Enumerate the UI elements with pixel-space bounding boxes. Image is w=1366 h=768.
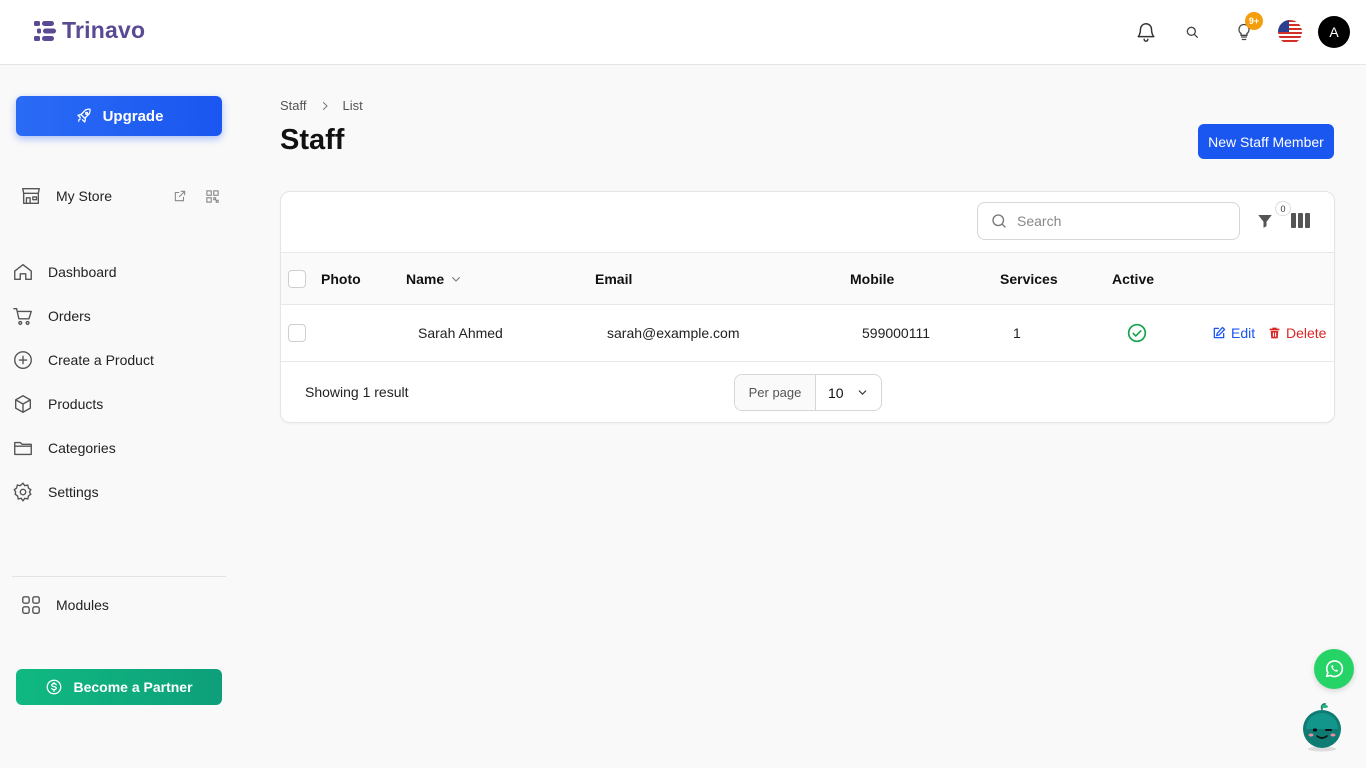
- home-icon: [12, 261, 34, 283]
- search-input[interactable]: [1017, 213, 1217, 229]
- folder-icon: [12, 437, 34, 459]
- rocket-icon: [75, 107, 93, 125]
- search-icon: [990, 212, 1008, 230]
- logo-icon: [32, 18, 58, 44]
- edit-icon: [1212, 326, 1226, 340]
- bell-icon[interactable]: [1134, 20, 1158, 44]
- page-title: Staff: [280, 124, 345, 156]
- column-header-email: Email: [595, 271, 633, 287]
- per-page-select[interactable]: Per page 10: [734, 374, 882, 411]
- upgrade-button[interactable]: Upgrade: [16, 96, 222, 136]
- my-store-row[interactable]: My Store: [20, 182, 220, 210]
- sidebar-item-label: Products: [48, 396, 104, 412]
- staff-table-card: 0 Photo Name Email Mobile Services Activ…: [280, 191, 1335, 423]
- edit-label: Edit: [1231, 325, 1256, 341]
- staff-mobile: 599000111: [862, 325, 930, 341]
- column-header-label: Name: [406, 271, 445, 287]
- per-page-label: Per page: [735, 375, 816, 410]
- cart-icon: [12, 305, 34, 327]
- whatsapp-icon: [1323, 658, 1345, 680]
- check-circle-icon: [1127, 323, 1147, 343]
- breadcrumb: Staff List: [280, 98, 363, 113]
- per-page-value[interactable]: 10: [816, 375, 881, 410]
- plus-circle-icon: [12, 349, 34, 371]
- partner-label: Become a Partner: [73, 679, 193, 695]
- sidebar-item-products[interactable]: Products: [12, 388, 226, 420]
- table-row[interactable]: Sarah Ahmed sarah@example.com 599000111 …: [281, 305, 1334, 362]
- assistant-mascot-icon[interactable]: [1302, 703, 1342, 753]
- store-icon: [20, 185, 42, 207]
- brand-logo[interactable]: Trinavo: [32, 17, 145, 44]
- top-bar: Trinavo 9+ A: [0, 0, 1366, 65]
- staff-services: 1: [1013, 325, 1021, 341]
- sidebar-item-label: Orders: [48, 308, 91, 324]
- sidebar-item-label: Categories: [48, 440, 116, 456]
- qr-code-icon[interactable]: [205, 189, 220, 204]
- trash-icon: [1268, 326, 1281, 340]
- staff-name: Sarah Ahmed: [418, 325, 503, 341]
- sidebar-item-orders[interactable]: Orders: [12, 300, 226, 332]
- column-header-services: Services: [1000, 271, 1058, 287]
- results-count: Showing 1 result: [305, 384, 409, 400]
- brand-name: Trinavo: [62, 17, 146, 43]
- sidebar-item-modules[interactable]: Modules: [20, 589, 234, 621]
- my-store-label: My Store: [56, 188, 113, 204]
- table-header: Photo Name Email Mobile Services Active: [281, 252, 1334, 305]
- dollar-circle-icon: [45, 678, 63, 696]
- sidebar-item-label: Settings: [48, 484, 99, 500]
- upgrade-label: Upgrade: [102, 107, 164, 125]
- sidebar-item-create-product[interactable]: Create a Product: [12, 344, 226, 376]
- external-link-icon[interactable]: [173, 189, 187, 204]
- edit-button[interactable]: Edit: [1212, 325, 1255, 341]
- staff-email: sarah@example.com: [607, 325, 740, 341]
- search-box: [977, 202, 1240, 240]
- column-header-name[interactable]: Name: [406, 271, 462, 287]
- sidebar-item-categories[interactable]: Categories: [12, 432, 226, 464]
- sidebar-divider: [12, 576, 226, 577]
- select-all-checkbox[interactable]: [288, 270, 306, 288]
- sidebar-item-settings[interactable]: Settings: [12, 476, 226, 508]
- sidebar-item-label: Create a Product: [48, 352, 154, 368]
- filter-icon[interactable]: [1256, 212, 1276, 232]
- columns-icon[interactable]: [1291, 212, 1311, 230]
- column-header-mobile: Mobile: [850, 271, 895, 287]
- column-header-active: Active: [1112, 271, 1155, 287]
- gear-icon: [12, 481, 34, 503]
- sidebar-item-dashboard[interactable]: Dashboard: [12, 256, 226, 288]
- avatar[interactable]: A: [1318, 16, 1350, 48]
- chevron-right-icon: [319, 100, 331, 112]
- per-page-selected: 10: [828, 384, 844, 401]
- notification-badge: 9+: [1245, 12, 1263, 30]
- sidebar-item-label: Modules: [56, 597, 109, 613]
- us-flag-icon[interactable]: [1278, 20, 1302, 44]
- new-staff-member-button[interactable]: New Staff Member: [1198, 124, 1334, 159]
- become-partner-button[interactable]: Become a Partner: [16, 669, 222, 705]
- search-icon[interactable]: [1180, 20, 1204, 44]
- delete-button[interactable]: Delete: [1268, 325, 1326, 341]
- whatsapp-button[interactable]: [1314, 649, 1354, 689]
- sidebar-item-label: Dashboard: [48, 264, 117, 280]
- box-icon: [12, 393, 34, 415]
- delete-label: Delete: [1286, 325, 1327, 341]
- grid-icon: [20, 594, 42, 616]
- breadcrumb-item: List: [342, 98, 363, 113]
- row-checkbox[interactable]: [288, 324, 306, 342]
- chevron-down-icon: [450, 273, 462, 285]
- column-header-photo: Photo: [321, 271, 361, 287]
- filter-count-badge: 0: [1275, 201, 1291, 216]
- chevron-down-icon: [856, 386, 869, 399]
- breadcrumb-item[interactable]: Staff: [280, 98, 307, 113]
